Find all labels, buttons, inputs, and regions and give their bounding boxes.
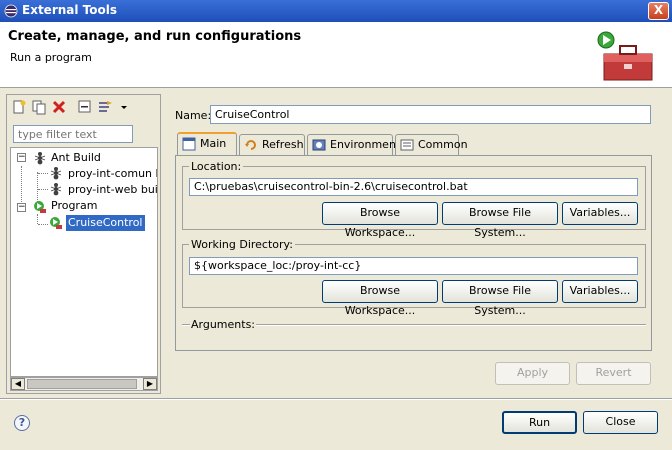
location-browse-file-system-button[interactable]: Browse File System...: [442, 202, 558, 239]
header-title: Create, manage, and run configurations: [8, 29, 302, 44]
arguments-separator-left: [182, 324, 190, 326]
scroll-left-icon[interactable]: ◀: [11, 378, 25, 390]
tab-environment[interactable]: Environment: [307, 134, 400, 156]
run-button[interactable]: Run: [502, 411, 577, 434]
ant-icon: [50, 183, 62, 196]
configuration-tree: − Ant Build proy-int-comun b proy-int-we…: [10, 147, 158, 377]
location-browse-workspace-button[interactable]: Browse Workspace...: [322, 202, 438, 239]
filter-configurations-icon[interactable]: [97, 99, 113, 115]
dialog-header: Create, manage, and run configurations R…: [0, 22, 672, 88]
working-dir-browse-workspace-button[interactable]: Browse Workspace...: [322, 280, 438, 317]
tree-guide-line: [37, 214, 38, 224]
duplicate-icon[interactable]: [31, 99, 47, 115]
delete-icon[interactable]: [51, 99, 67, 115]
tree-item-program[interactable]: Program: [51, 198, 97, 214]
program-expander[interactable]: −: [17, 203, 26, 212]
program-run-icon: [34, 201, 46, 213]
name-input[interactable]: CruiseControl: [210, 105, 651, 124]
location-label: Location:: [191, 160, 242, 173]
view-menu-chevron-down-icon[interactable]: [119, 99, 129, 115]
revert-button[interactable]: Revert: [576, 362, 651, 385]
tree-item-proy-int-comun[interactable]: proy-int-comun b: [68, 166, 157, 182]
tree-guide-line: [38, 173, 48, 174]
location-variables-button[interactable]: Variables...: [562, 202, 638, 225]
name-label: Name:: [175, 109, 212, 122]
working-dir-browse-file-system-button[interactable]: Browse File System...: [442, 280, 558, 317]
scroll-right-icon[interactable]: ▶: [143, 378, 157, 390]
filter-input[interactable]: [13, 125, 133, 143]
main-tab-panel: Location: C:\pruebas\cruisecontrol-bin-2…: [175, 155, 652, 351]
help-icon[interactable]: ?: [14, 415, 30, 431]
tree-item-ant-build[interactable]: Ant Build: [51, 150, 101, 166]
close-button[interactable]: Close: [583, 411, 658, 434]
window-title: External Tools: [22, 3, 117, 17]
working-directory-input[interactable]: ${workspace_loc:/proy-int-cc}: [189, 257, 638, 275]
tab-main-label: Main: [200, 137, 227, 150]
common-icon: [400, 139, 414, 151]
collapse-all-icon[interactable]: [77, 99, 93, 115]
tab-common-label: Common: [418, 138, 468, 151]
ant-icon: [34, 152, 46, 165]
tab-environment-label: Environment: [330, 138, 401, 151]
tree-guide-line: [38, 189, 48, 190]
eclipse-icon: [4, 4, 18, 18]
tab-refresh-label: Refresh: [262, 138, 304, 151]
tab-common[interactable]: Common: [395, 134, 468, 156]
footer-separator: [0, 398, 672, 400]
working-dir-variables-button[interactable]: Variables...: [562, 280, 638, 303]
arguments-label: Arguments:: [191, 318, 256, 331]
location-input[interactable]: C:\pruebas\cruisecontrol-bin-2.6\cruisec…: [189, 178, 638, 196]
tree-guide-line: [38, 224, 48, 225]
ant-icon: [50, 167, 62, 180]
main-tab-icon: [182, 137, 196, 151]
working-directory-label: Working Directory:: [191, 238, 293, 251]
window-close-button[interactable]: X: [648, 2, 669, 20]
tab-main[interactable]: Main: [177, 132, 237, 156]
header-subtitle: Run a program: [10, 51, 92, 64]
configuration-list-panel: − Ant Build proy-int-comun b proy-int-we…: [6, 94, 161, 394]
tree-item-proy-int-web[interactable]: proy-int-web buil: [68, 182, 157, 198]
title-bar: External Tools X: [0, 0, 672, 22]
scroll-thumb[interactable]: [27, 379, 137, 389]
environment-icon: [312, 139, 326, 151]
arguments-separator-right: [256, 324, 646, 326]
new-configuration-icon[interactable]: [11, 99, 27, 115]
program-run-icon: [50, 217, 62, 229]
apply-button[interactable]: Apply: [495, 362, 570, 385]
ant-build-expander[interactable]: −: [17, 153, 26, 162]
toolbox-icon: [597, 31, 653, 81]
tab-refresh[interactable]: Refresh: [239, 134, 305, 156]
tree-item-cruisecontrol[interactable]: CruiseControl: [66, 215, 145, 231]
tree-horizontal-scrollbar[interactable]: ◀ ▶: [10, 377, 158, 391]
refresh-icon: [245, 140, 256, 150]
